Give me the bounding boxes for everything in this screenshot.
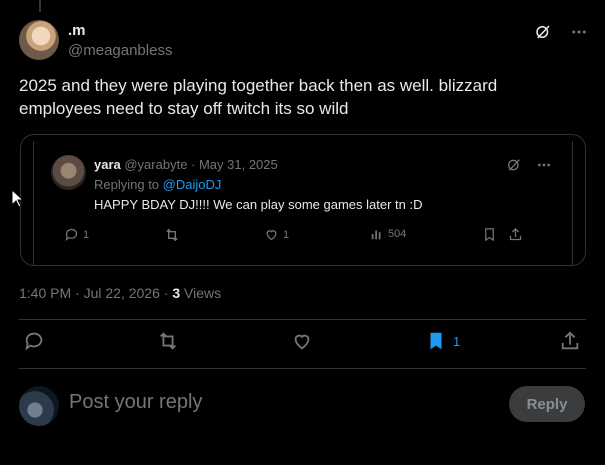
post-actions: 1	[19, 330, 585, 356]
author-display-name[interactable]: .m	[68, 22, 172, 39]
timestamp-text[interactable]: 1:40 PM · Jul 22, 2026 ·	[19, 285, 172, 301]
quoted-author-meta: @yarabyte · May 31, 2025	[120, 157, 278, 172]
thread-line	[39, 0, 41, 12]
share-button[interactable]	[559, 330, 581, 352]
quoted-post-header: yara @yarabyte · May 31, 2025	[94, 157, 278, 172]
quoted-views-button[interactable]: 504	[370, 227, 406, 241]
quoted-post-actions: 1 1 504	[65, 227, 564, 247]
heart-icon	[294, 334, 310, 350]
quoted-reply-count: 1	[83, 228, 90, 241]
post-timestamp: 1:40 PM · Jul 22, 2026 · 3 Views	[19, 285, 221, 301]
grok-icon[interactable]	[506, 157, 522, 178]
author-avatar[interactable]	[19, 20, 59, 60]
post-header: .m @meaganbless	[19, 18, 589, 62]
user-avatar[interactable]	[19, 386, 59, 426]
quoted-share-button[interactable]	[508, 227, 523, 242]
post-text: 2025 and they were playing together back…	[19, 76, 498, 118]
reply-composer: Post your reply Reply	[19, 384, 585, 426]
quoted-author-avatar[interactable]	[51, 155, 86, 190]
views-icon	[371, 230, 381, 240]
divider	[19, 319, 586, 320]
replying-to-handle[interactable]: @DaijoDJ	[163, 177, 222, 192]
views-count: 3	[172, 285, 181, 301]
share-icon	[561, 331, 579, 350]
reply-button[interactable]	[23, 330, 45, 352]
quoted-repost-button[interactable]	[164, 227, 180, 243]
repost-button[interactable]	[157, 330, 179, 352]
bookmark-icon	[430, 332, 442, 350]
mouse-pointer-icon	[11, 188, 25, 213]
next-post-avatar	[54, 265, 84, 266]
divider	[19, 368, 586, 369]
heart-icon	[266, 230, 277, 241]
quoted-post-inner: yara @yarabyte · May 31, 2025 Replying t…	[33, 141, 573, 266]
more-icon[interactable]	[569, 22, 589, 42]
bookmark-count: 1	[453, 333, 461, 349]
header-actions	[533, 22, 589, 42]
like-button[interactable]	[291, 330, 313, 352]
quoted-post[interactable]: yara @yarabyte · May 31, 2025 Replying t…	[20, 134, 586, 266]
author-info: .m @meaganbless	[68, 22, 172, 59]
quoted-header-actions	[506, 157, 552, 178]
more-icon[interactable]	[536, 157, 552, 178]
author-handle[interactable]: @meaganbless	[68, 42, 172, 59]
quoted-bookmark-button[interactable]	[482, 227, 497, 242]
reply-icon	[25, 332, 43, 351]
grok-icon[interactable]	[533, 22, 553, 42]
quoted-views-count: 504	[388, 228, 407, 240]
quoted-post-text: HAPPY BDAY DJ!!!! We can play some games…	[94, 197, 423, 212]
quoted-reply-button[interactable]: 1	[64, 227, 89, 242]
quoted-author-name[interactable]: yara	[94, 157, 121, 172]
views-label: Views	[180, 285, 222, 301]
reply-icon	[65, 228, 78, 241]
repost-icon	[160, 332, 176, 350]
reply-submit-button[interactable]: Reply	[509, 386, 585, 422]
quoted-like-button[interactable]: 1	[264, 227, 289, 242]
bookmark-icon	[485, 228, 494, 242]
reply-input[interactable]: Post your reply	[69, 391, 202, 414]
replying-to-label: Replying to	[94, 177, 163, 192]
bookmark-button[interactable]: 1	[425, 330, 460, 352]
replying-to: Replying to @DaijoDJ	[94, 177, 221, 192]
share-icon	[509, 227, 522, 241]
quoted-like-count: 1	[283, 228, 290, 241]
repost-icon	[166, 228, 178, 242]
